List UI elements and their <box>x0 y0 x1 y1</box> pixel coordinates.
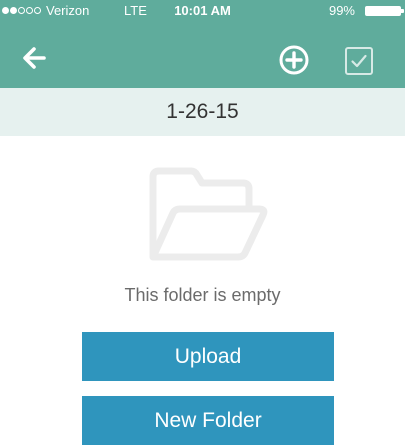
folder-outline-icon <box>149 167 268 261</box>
empty-folder-message: This folder is empty <box>124 285 281 305</box>
battery-icon <box>365 6 401 16</box>
status-bar: Verizon LTE 10:01 AM 99% <box>0 0 405 22</box>
new-folder-button[interactable]: New Folder <box>82 396 334 445</box>
top-bar: Verizon LTE 10:01 AM 99% <box>0 0 405 88</box>
checkbox-icon <box>345 47 373 75</box>
arrow-left-icon <box>23 47 46 69</box>
select-button[interactable] <box>344 46 374 76</box>
back-button[interactable] <box>20 44 48 72</box>
add-button[interactable] <box>278 44 310 76</box>
folder-title: 1-26-15 <box>166 100 239 123</box>
folder-title-bar: 1-26-15 <box>0 88 405 136</box>
plus-circle-icon <box>279 45 309 75</box>
battery-percentage: 99% <box>328 3 355 18</box>
upload-button[interactable]: Upload <box>82 332 334 381</box>
